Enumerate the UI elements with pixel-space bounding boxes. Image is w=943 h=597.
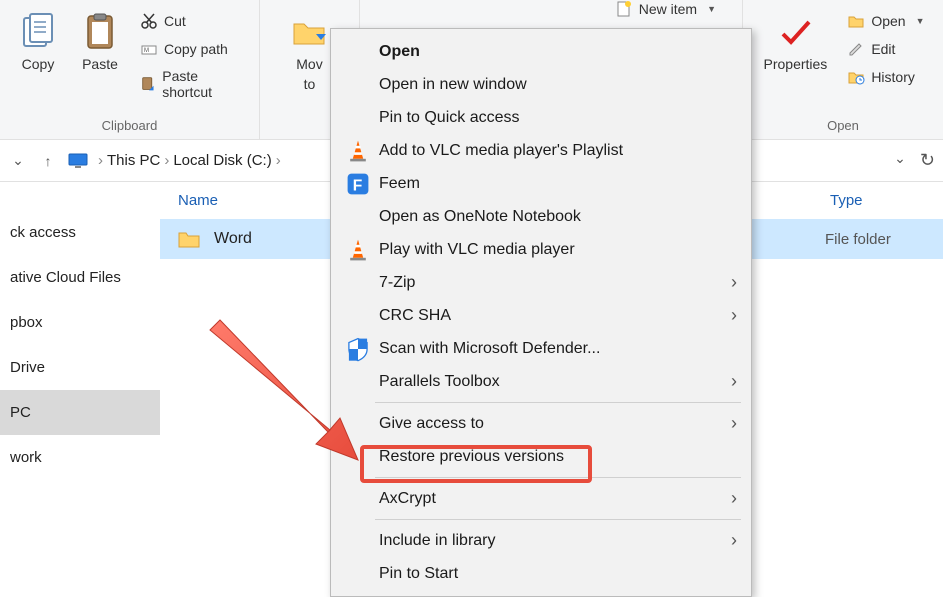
history-button[interactable]: History <box>841 66 930 88</box>
cm-parallels[interactable]: Parallels Toolbox› <box>333 365 749 398</box>
cm-give-access[interactable]: Give access to› <box>333 407 749 440</box>
cm-onenote[interactable]: Open as OneNote Notebook <box>333 200 749 233</box>
copy-path-button[interactable]: M Copy path <box>134 38 249 60</box>
file-type: File folder <box>825 231 925 248</box>
cm-open[interactable]: Open <box>333 35 749 68</box>
chevron-right-icon: › <box>731 371 737 392</box>
chevron-right-icon: › <box>731 413 737 434</box>
breadcrumb-expand[interactable]: ⌄ <box>894 150 906 171</box>
breadcrumb-sep: › <box>164 152 169 169</box>
ribbon-group-open: Properties Open ▼ Edit History Open <box>743 0 943 139</box>
cm-separator <box>375 519 741 520</box>
paste-shortcut-icon <box>140 75 156 93</box>
paste-label: Paste <box>82 56 118 72</box>
cm-crc-sha[interactable]: CRC SHA› <box>333 299 749 332</box>
copy-icon <box>18 12 58 52</box>
chevron-right-icon: › <box>731 305 737 326</box>
defender-icon <box>345 338 371 360</box>
sidebar-item-network[interactable]: work <box>0 435 160 480</box>
cm-vlc-play[interactable]: Play with VLC media player <box>333 233 749 266</box>
paste-shortcut-label: Paste shortcut <box>162 68 243 100</box>
breadcrumb[interactable]: › This PC › Local Disk (C:) › <box>98 152 281 169</box>
chevron-right-icon: › <box>731 488 737 509</box>
copy-button[interactable]: Copy <box>10 6 66 102</box>
copy-path-label: Copy path <box>164 41 228 57</box>
move-to-label: Mov <box>296 56 322 72</box>
chevron-right-icon: › <box>731 530 737 551</box>
chevron-right-icon: › <box>731 272 737 293</box>
cut-button[interactable]: Cut <box>134 10 249 32</box>
ribbon-group-clipboard: Copy Paste Cut <box>0 0 260 139</box>
sidebar-item-quick-access[interactable]: ck access <box>0 210 160 255</box>
sidebar-item-creative-cloud[interactable]: ative Cloud Files <box>0 255 160 300</box>
breadcrumb-this-pc[interactable]: This PC <box>107 152 160 169</box>
sidebar: ck access ative Cloud Files pbox Drive P… <box>0 182 160 595</box>
cm-separator <box>375 477 741 478</box>
sidebar-item-dropbox[interactable]: pbox <box>0 300 160 345</box>
move-to-icon <box>290 12 330 52</box>
feem-icon: F <box>345 173 371 195</box>
cm-open-new-window[interactable]: Open in new window <box>333 68 749 101</box>
sidebar-item-this-pc[interactable]: PC <box>0 390 160 435</box>
copy-path-icon: M <box>140 40 158 58</box>
nav-up[interactable]: ↑ <box>38 153 58 169</box>
cm-restore-versions[interactable]: Restore previous versions <box>333 440 749 473</box>
cm-axcrypt[interactable]: AxCrypt› <box>333 482 749 515</box>
edit-button[interactable]: Edit <box>841 38 930 60</box>
breadcrumb-sep: › <box>276 152 281 169</box>
open-folder-icon <box>847 12 865 30</box>
properties-label: Properties <box>764 56 828 72</box>
properties-button[interactable]: Properties <box>756 6 836 88</box>
breadcrumb-sep: › <box>98 152 103 169</box>
cm-vlc-playlist[interactable]: Add to VLC media player's Playlist <box>333 134 749 167</box>
cm-7zip[interactable]: 7-Zip› <box>333 266 749 299</box>
checkmark-icon <box>775 12 815 52</box>
organize-spacer <box>308 118 312 135</box>
vlc-icon <box>345 239 371 261</box>
paste-button[interactable]: Paste <box>72 6 128 102</box>
cm-pin-quick[interactable]: Pin to Quick access <box>333 101 749 134</box>
cm-pin-start[interactable]: Pin to Start <box>333 557 749 590</box>
svg-text:F: F <box>353 177 363 194</box>
pc-icon <box>68 153 88 169</box>
edit-label: Edit <box>871 41 895 57</box>
cm-separator <box>375 402 741 403</box>
dropdown-icon: ▼ <box>916 16 925 26</box>
new-item-button[interactable]: New item ▼ <box>609 0 722 20</box>
cm-feem[interactable]: F Feem <box>333 167 749 200</box>
sidebar-item-onedrive[interactable]: Drive <box>0 345 160 390</box>
dropdown-icon: ▼ <box>707 4 716 14</box>
paste-shortcut-button[interactable]: Paste shortcut <box>134 66 249 102</box>
edit-icon <box>847 40 865 58</box>
nav-dropdown[interactable]: ⌄ <box>8 152 28 169</box>
cut-label: Cut <box>164 13 186 29</box>
new-item-label: New item <box>639 1 697 17</box>
copy-label: Copy <box>22 56 55 72</box>
open-label: Open <box>871 13 905 29</box>
open-group-label: Open <box>827 118 859 135</box>
column-type[interactable]: Type <box>830 192 925 209</box>
svg-text:M: M <box>144 48 149 54</box>
vlc-icon <box>345 140 371 162</box>
cm-defender[interactable]: Scan with Microsoft Defender... <box>333 332 749 365</box>
scissors-icon <box>140 12 158 30</box>
new-item-icon <box>615 0 633 18</box>
move-to-label2: to <box>304 76 316 92</box>
paste-icon <box>80 12 120 52</box>
context-menu: Open Open in new window Pin to Quick acc… <box>330 28 752 597</box>
cm-include-library[interactable]: Include in library› <box>333 524 749 557</box>
history-label: History <box>871 69 915 85</box>
folder-icon <box>178 229 200 249</box>
history-icon <box>847 68 865 86</box>
clipboard-group-label: Clipboard <box>102 118 158 135</box>
breadcrumb-drive[interactable]: Local Disk (C:) <box>173 152 271 169</box>
refresh-button[interactable]: ↻ <box>920 150 935 171</box>
open-button[interactable]: Open ▼ <box>841 10 930 32</box>
